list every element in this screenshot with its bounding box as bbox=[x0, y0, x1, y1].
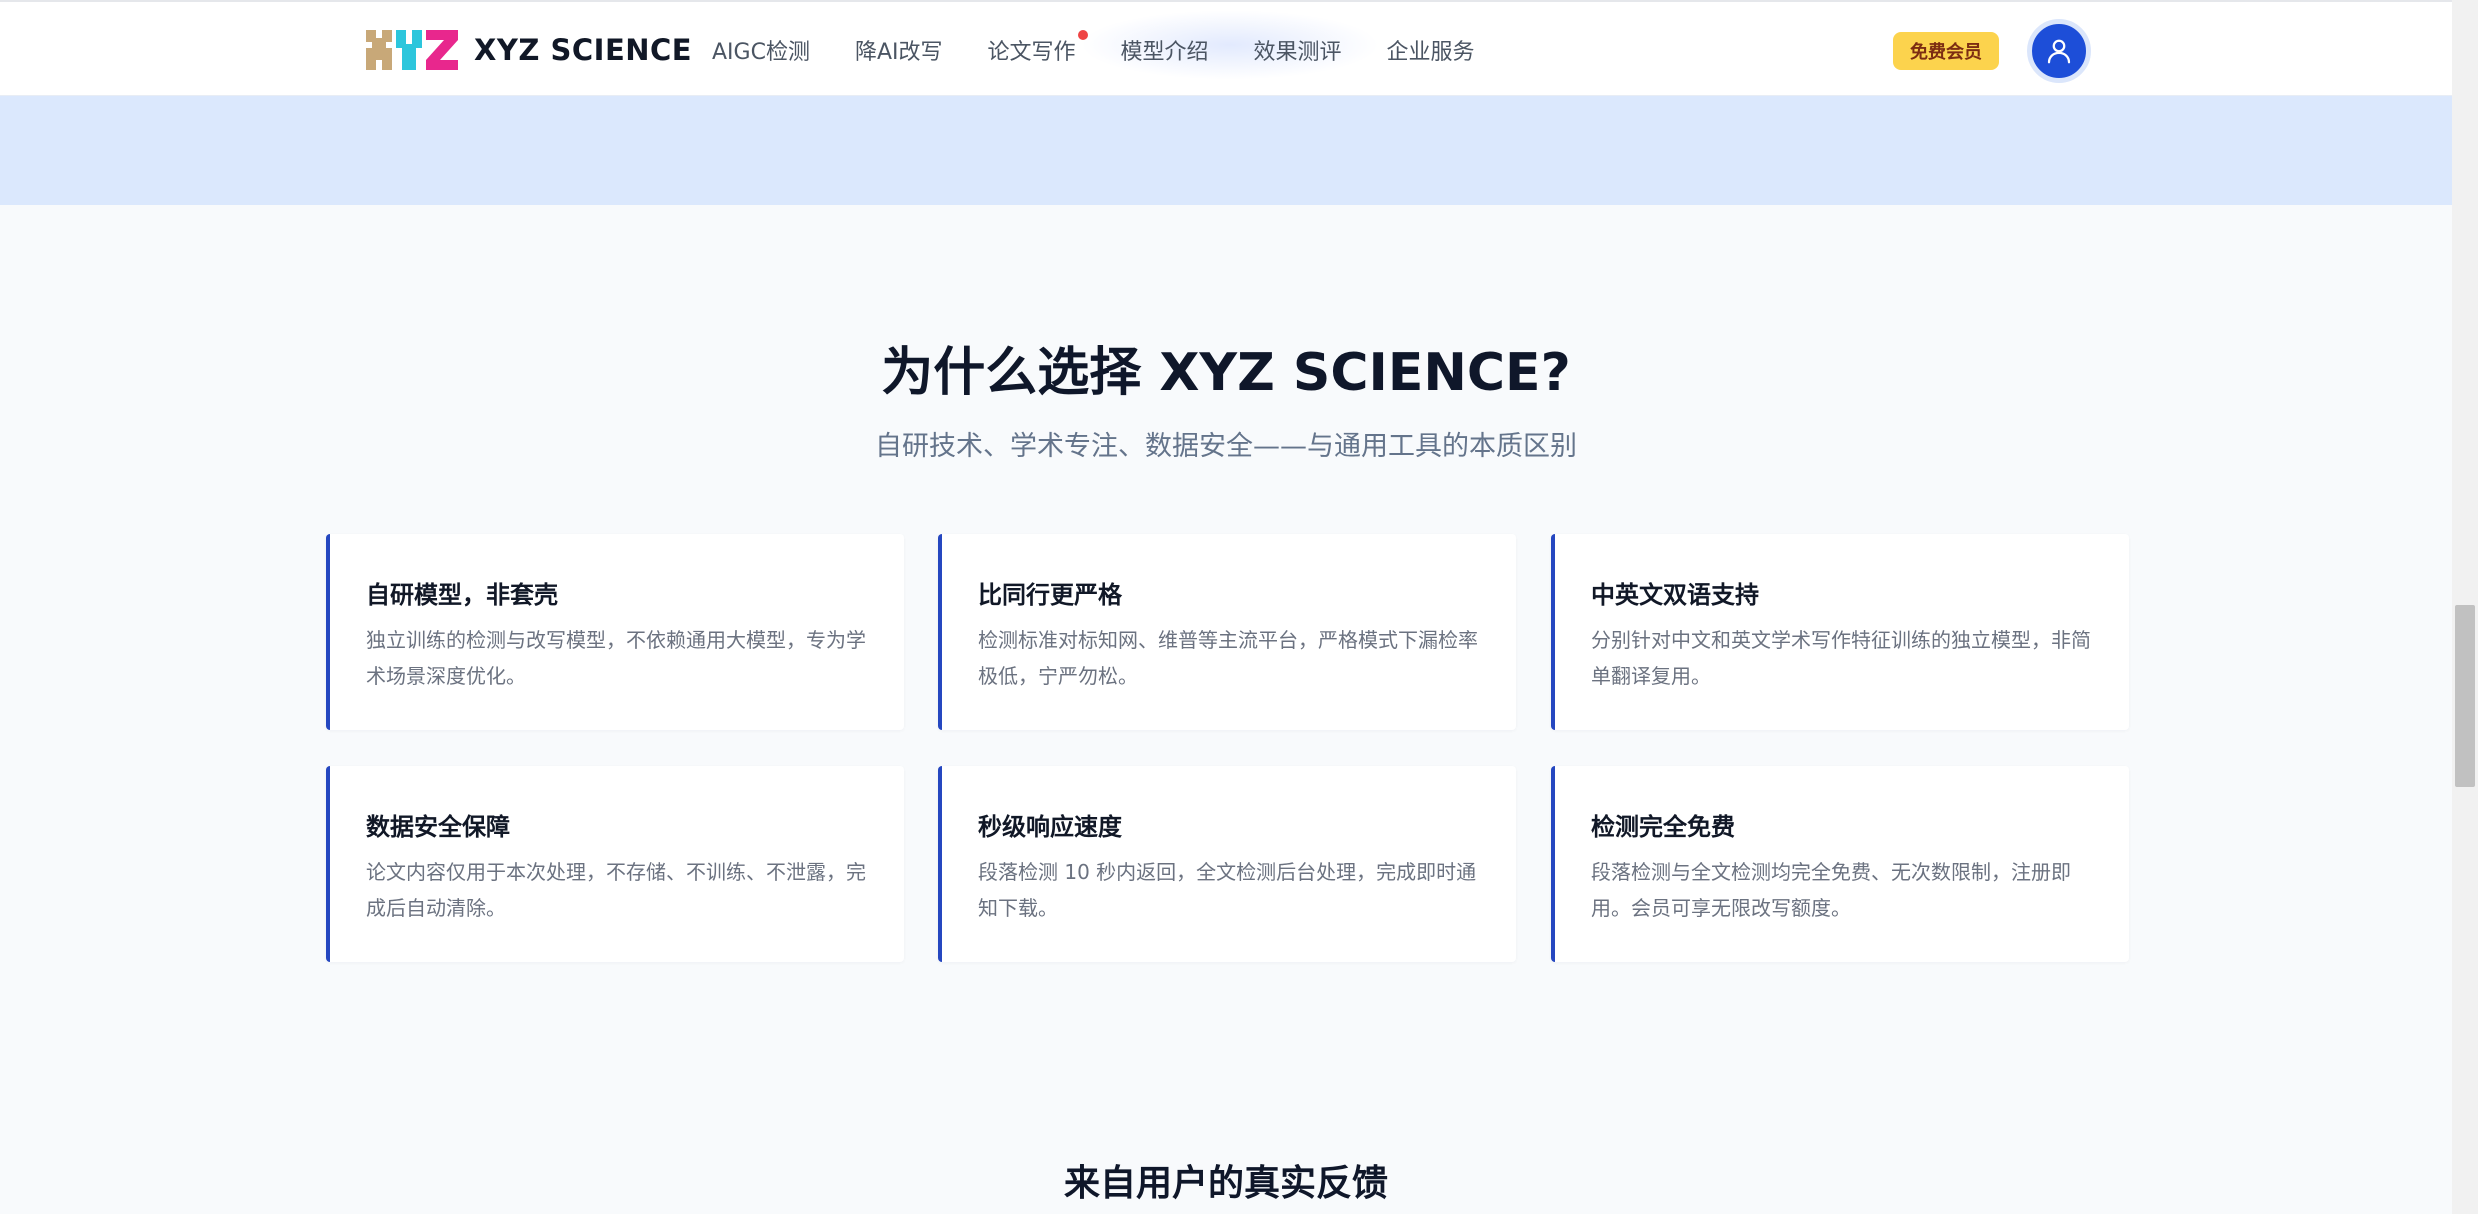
feature-card: 比同行更严格 检测标准对标知网、维普等主流平台，严格模式下漏检率极低，宁严勿松。 bbox=[938, 534, 1516, 730]
xyz-logo-icon bbox=[366, 30, 458, 70]
why-section-subtitle: 自研技术、学术专注、数据安全——与通用工具的本质区别 bbox=[875, 431, 1577, 462]
free-member-button[interactable]: 免费会员 bbox=[1893, 32, 1999, 70]
top-nav-bar: XYZ SCIENCE AIGC检测 降AI改写 论文写作 模型介绍 效果测评 … bbox=[0, 0, 2452, 96]
feature-card-title: 自研模型，非套壳 bbox=[366, 581, 558, 609]
nav-item-paper-writing-label: 论文写作 bbox=[987, 40, 1076, 65]
feature-card-title: 数据安全保障 bbox=[366, 813, 510, 841]
notification-dot bbox=[1077, 30, 1088, 40]
feature-card-title: 比同行更严格 bbox=[978, 581, 1122, 609]
hero-band bbox=[0, 96, 2452, 205]
user-avatar-button[interactable] bbox=[2027, 19, 2091, 83]
feature-card: 检测完全免费 段落检测与全文检测均完全免费、无次数限制，注册即用。会员可享无限改… bbox=[1551, 766, 2129, 962]
feature-card: 数据安全保障 论文内容仅用于本次处理，不存储、不训练、不泄露，完成后自动清除。 bbox=[326, 766, 904, 962]
feature-card: 秒级响应速度 段落检测 10 秒内返回，全文检测后台处理，完成即时通知下载。 bbox=[938, 766, 1516, 962]
brand-name: XYZ SCIENCE bbox=[474, 33, 693, 67]
nav-item-paper-writing[interactable]: 论文写作 bbox=[986, 30, 1088, 70]
main-nav: AIGC检测 降AI改写 论文写作 模型介绍 效果测评 企业服务 bbox=[710, 30, 1518, 70]
feature-card-title: 中英文双语支持 bbox=[1591, 581, 1759, 609]
nav-item-aigc-detect[interactable]: AIGC检测 bbox=[710, 30, 812, 70]
feature-card-desc: 分别针对中文和英文学术写作特征训练的独立模型，非简单翻译复用。 bbox=[1591, 628, 2091, 688]
nav-item-evaluation[interactable]: 效果测评 bbox=[1252, 30, 1344, 70]
feature-card-title: 秒级响应速度 bbox=[978, 813, 1122, 841]
feature-card-desc: 独立训练的检测与改写模型，不依赖通用大模型，专为学术场景深度优化。 bbox=[366, 628, 866, 688]
feature-card: 自研模型，非套壳 独立训练的检测与改写模型，不依赖通用大模型，专为学术场景深度优… bbox=[326, 534, 904, 730]
feedback-section-title: 来自用户的真实反馈 bbox=[1063, 1163, 1388, 1204]
page-scrollbar-thumb[interactable] bbox=[2455, 605, 2475, 787]
nav-item-enterprise[interactable]: 企业服务 bbox=[1385, 30, 1477, 70]
nav-item-model-intro[interactable]: 模型介绍 bbox=[1119, 30, 1211, 70]
nav-item-ai-rewrite[interactable]: 降AI改写 bbox=[853, 30, 945, 70]
feature-card-desc: 段落检测与全文检测均完全免费、无次数限制，注册即用。会员可享无限改写额度。 bbox=[1591, 860, 2071, 920]
user-icon bbox=[2047, 39, 2071, 64]
feature-card-desc: 论文内容仅用于本次处理，不存储、不训练、不泄露，完成后自动清除。 bbox=[366, 860, 866, 920]
brand-logo[interactable]: XYZ SCIENCE bbox=[364, 26, 692, 74]
feature-card-desc: 检测标准对标知网、维普等主流平台，严格模式下漏检率极低，宁严勿松。 bbox=[978, 628, 1478, 688]
feature-card: 中英文双语支持 分别针对中文和英文学术写作特征训练的独立模型，非简单翻译复用。 bbox=[1551, 534, 2129, 730]
feature-card-title: 检测完全免费 bbox=[1591, 813, 1735, 841]
feature-card-desc: 段落检测 10 秒内返回，全文检测后台处理，完成即时通知下载。 bbox=[978, 860, 1477, 920]
why-section-title: 为什么选择 XYZ SCIENCE? bbox=[881, 343, 1571, 403]
